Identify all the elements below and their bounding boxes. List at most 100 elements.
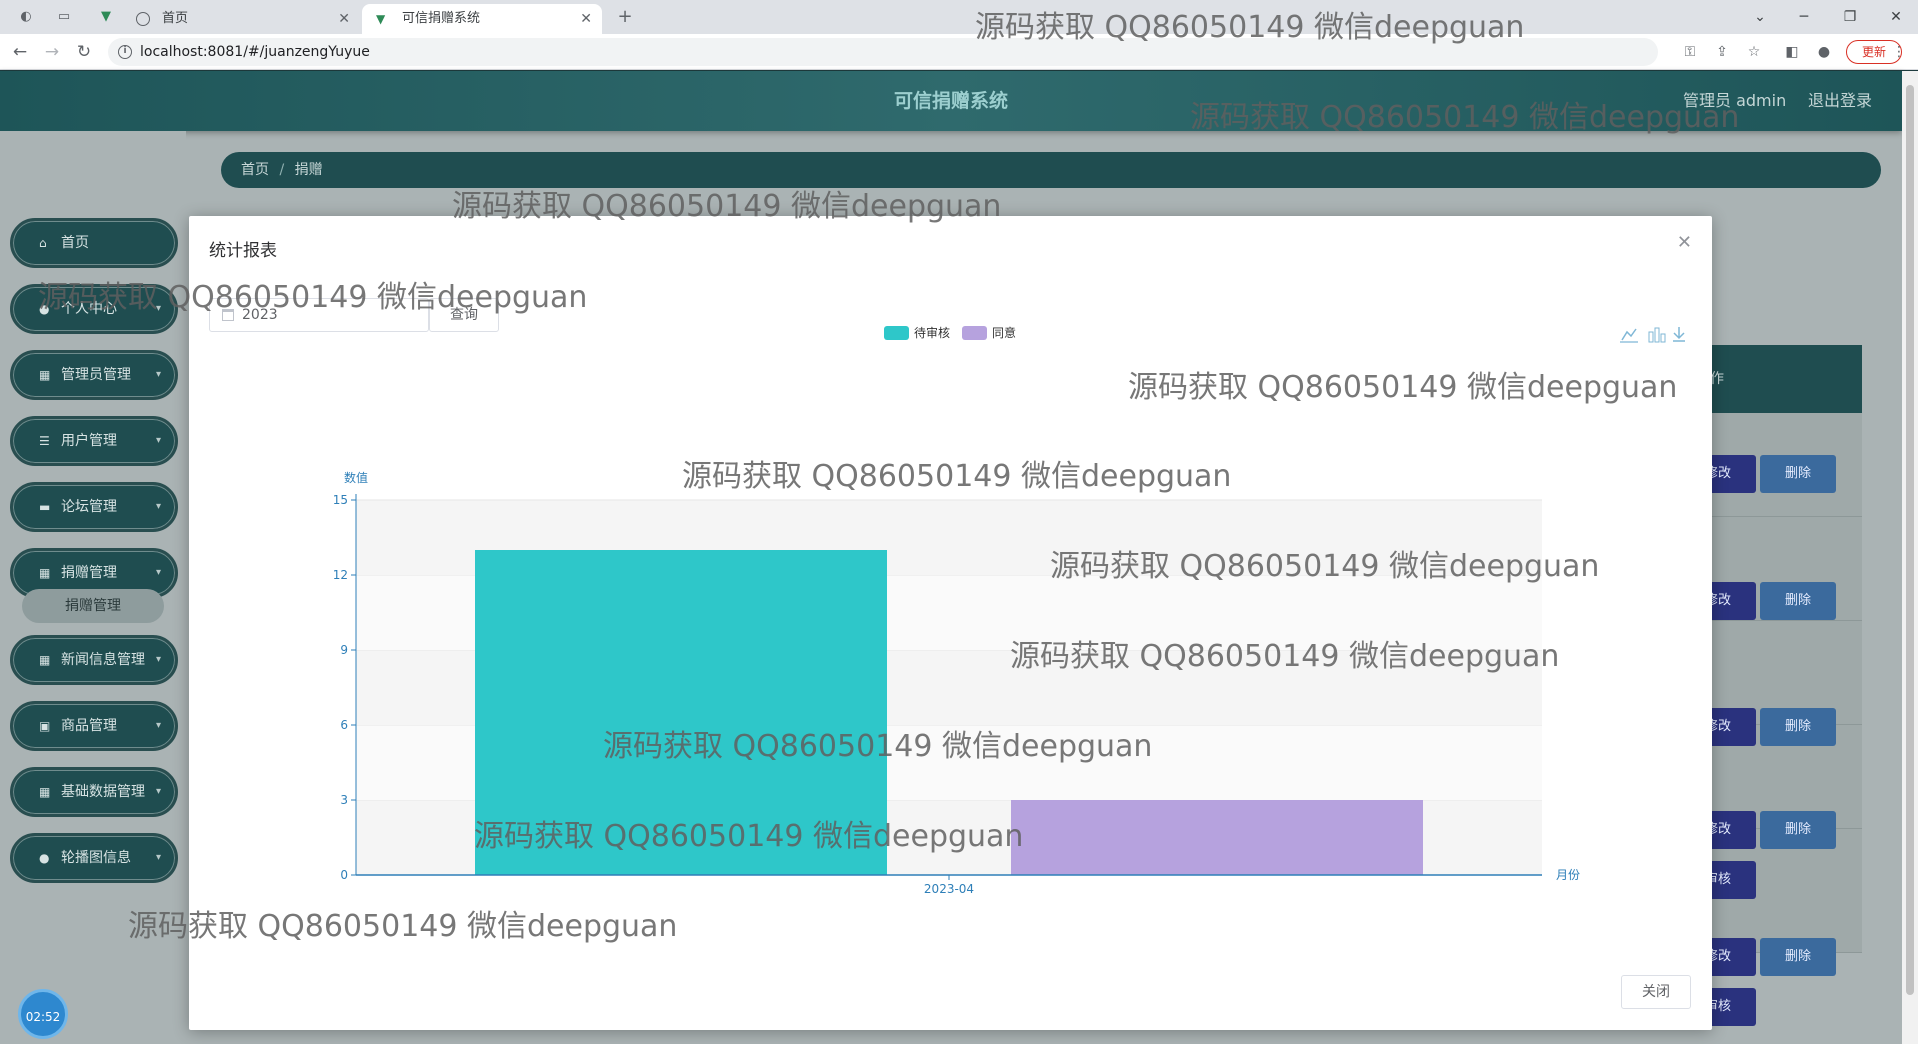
- legend-label: 待审核: [914, 326, 950, 340]
- chevron-down-icon: ▾: [155, 654, 161, 665]
- delete-button[interactable]: 删除: [1760, 582, 1836, 620]
- back-icon[interactable]: ←: [8, 40, 32, 64]
- chevron-down-icon: ▾: [155, 369, 161, 380]
- sidebar-item-label: 新闻信息管理: [61, 652, 145, 668]
- forward-icon[interactable]: →: [40, 40, 64, 64]
- chart-legend: 待审核 同意: [884, 326, 1016, 340]
- tab-title: 可信捐赠系统: [402, 11, 481, 26]
- sidebar-item-label: 基础数据管理: [61, 784, 145, 800]
- user-icon: ●: [39, 302, 50, 316]
- sidebar-item-label: 个人中心: [61, 301, 117, 317]
- legend-swatch: [962, 326, 987, 340]
- y-tick-label: 6: [340, 718, 348, 732]
- share-icon[interactable]: ⇪: [1712, 42, 1732, 62]
- bar-chart-icon: [1648, 331, 1654, 343]
- profile-icon[interactable]: ●: [1814, 42, 1834, 62]
- sidebar-item-label: 论坛管理: [61, 499, 117, 515]
- sidebar-item-carousel[interactable]: ● 轮播图信息 ▾: [10, 833, 178, 883]
- tab-home[interactable]: 首页 ✕: [122, 4, 360, 34]
- sidebar-item-label: 商品管理: [61, 718, 117, 734]
- app-title: 可信捐赠系统: [893, 90, 1008, 112]
- line-chart-icon: [1621, 328, 1637, 341]
- url-text: localhost:8081/#/juanzengYuyue: [140, 44, 370, 60]
- close-button[interactable]: 关闭: [1621, 975, 1691, 1009]
- chart-toolbox: [1620, 327, 1685, 343]
- app-header: 可信捐赠系统 管理员 admin 退出登录: [0, 71, 1902, 131]
- reload-icon[interactable]: ↻: [72, 40, 96, 64]
- new-tab-icon[interactable]: +: [617, 8, 633, 26]
- breadcrumb-separator: /: [279, 162, 285, 178]
- delete-button[interactable]: 删除: [1760, 938, 1836, 976]
- list-icon: ☰: [39, 434, 50, 448]
- chevron-down-icon: ▾: [155, 720, 161, 731]
- chevron-down-icon: ▾: [155, 303, 161, 314]
- browser-toolbar: ← → ↻ i localhost:8081/#/juanzengYuyue ⚿…: [0, 34, 1918, 70]
- tab-search-icon[interactable]: ⌄: [1740, 5, 1780, 29]
- close-tab-icon[interactable]: ✕: [580, 4, 592, 34]
- sidebar-item-base-data-management[interactable]: ▦ 基础数据管理 ▾: [10, 767, 178, 817]
- timer-badge: 02:52: [18, 989, 68, 1039]
- tab-title: 首页: [162, 11, 189, 26]
- stats-report-dialog: 统计报表 ✕ 2023 查询 0 3 6 9 12 15 数值 月份 2023-04 待审核 同意…: [189, 216, 1712, 1030]
- site-info-icon[interactable]: i: [118, 45, 132, 59]
- y-tick-label: 12: [333, 568, 348, 582]
- user-icon: ●: [39, 851, 50, 865]
- sidebar-item-personal-center[interactable]: ● 个人中心 ▾: [10, 284, 178, 334]
- calendar-icon: [222, 309, 234, 321]
- chevron-down-icon: ▾: [155, 501, 161, 512]
- address-bar[interactable]: i localhost:8081/#/juanzengYuyue: [108, 38, 1658, 66]
- bar-chart-icon-b: [1654, 327, 1660, 343]
- sidebar-item-label: 管理员管理: [61, 367, 131, 383]
- scrollbar-thumb[interactable]: [1906, 85, 1914, 995]
- sidebar-item-admin-management[interactable]: ▦ 管理员管理 ▾: [10, 350, 178, 400]
- delete-button[interactable]: 删除: [1760, 811, 1836, 849]
- submenu-donation-management[interactable]: 捐赠管理: [22, 589, 164, 623]
- sidebar-item-user-management[interactable]: ☰ 用户管理 ▾: [10, 416, 178, 466]
- legend-label: 同意: [992, 326, 1016, 340]
- sidebar-item-label: 用户管理: [61, 433, 117, 449]
- x-tick-label: 2023-04: [924, 882, 974, 896]
- logout-link[interactable]: 退出登录: [1808, 71, 1872, 131]
- side-panel-icon[interactable]: ◧: [1782, 42, 1802, 62]
- stats-bar-chart: 0 3 6 9 12 15 数值月份 2023-04 待审核 同意: [333, 326, 1685, 896]
- bag-icon: ▣: [39, 719, 51, 733]
- close-window-icon[interactable]: ✕: [1876, 5, 1916, 29]
- dialog-title: 统计报表: [209, 241, 277, 261]
- grid-icon: ▦: [39, 653, 51, 667]
- tab-donation-system[interactable]: ▼ 可信捐赠系统 ✕: [362, 4, 602, 34]
- restore-icon[interactable]: ❐: [1830, 5, 1870, 29]
- admin-label: 管理员 admin: [1683, 91, 1787, 110]
- close-tab-icon[interactable]: ✕: [338, 4, 350, 34]
- browser-tab-strip: ◐ ▭ ▼ 首页 ✕ ▼ 可信捐赠系统 ✕ + ⌄ ─ ❐ ✕: [0, 0, 1918, 34]
- chevron-down-icon: ▾: [155, 567, 161, 578]
- bookmark-star-icon[interactable]: ☆: [1744, 42, 1764, 62]
- sidebar-item-news-management[interactable]: ▦ 新闻信息管理 ▾: [10, 635, 178, 685]
- bar-chart-icon-c: [1660, 333, 1666, 343]
- legend-swatch: [884, 326, 909, 340]
- chevron-down-icon: ▾: [155, 852, 161, 863]
- globe-icon: [136, 12, 150, 26]
- breadcrumb-home[interactable]: 首页: [241, 162, 269, 178]
- vue-icon[interactable]: ▼: [98, 9, 114, 25]
- delete-button[interactable]: 删除: [1760, 455, 1836, 493]
- sidebar-item-label: 轮播图信息: [61, 850, 131, 866]
- delete-button[interactable]: 删除: [1760, 708, 1836, 746]
- vue-icon: ▼: [376, 12, 386, 26]
- sidebar-item-label: 首页: [61, 235, 89, 251]
- y-axis-label: 数值: [344, 470, 368, 485]
- tab-group-icon[interactable]: ▭: [56, 9, 72, 25]
- minimize-icon[interactable]: ─: [1784, 5, 1824, 29]
- bar-agreed: [1011, 800, 1423, 875]
- breadcrumb-current: 捐赠: [294, 162, 323, 178]
- key-icon[interactable]: ⚿: [1680, 42, 1700, 62]
- y-tick-label: 3: [340, 793, 348, 807]
- more-menu-icon[interactable]: ⋮: [1892, 42, 1906, 62]
- sidebar-item-forum-management[interactable]: ▬ 论坛管理 ▾: [10, 482, 178, 532]
- y-tick-label: 0: [340, 868, 348, 882]
- sidebar-item-home[interactable]: ⌂ 首页: [10, 218, 178, 268]
- page-scrollbar[interactable]: [1902, 71, 1918, 1044]
- sidebar-item-goods-management[interactable]: ▣ 商品管理 ▾: [10, 701, 178, 751]
- browser-menu-icon[interactable]: ◐: [18, 9, 34, 25]
- close-icon[interactable]: ✕: [1677, 232, 1692, 253]
- y-tick-label: 9: [340, 643, 348, 657]
